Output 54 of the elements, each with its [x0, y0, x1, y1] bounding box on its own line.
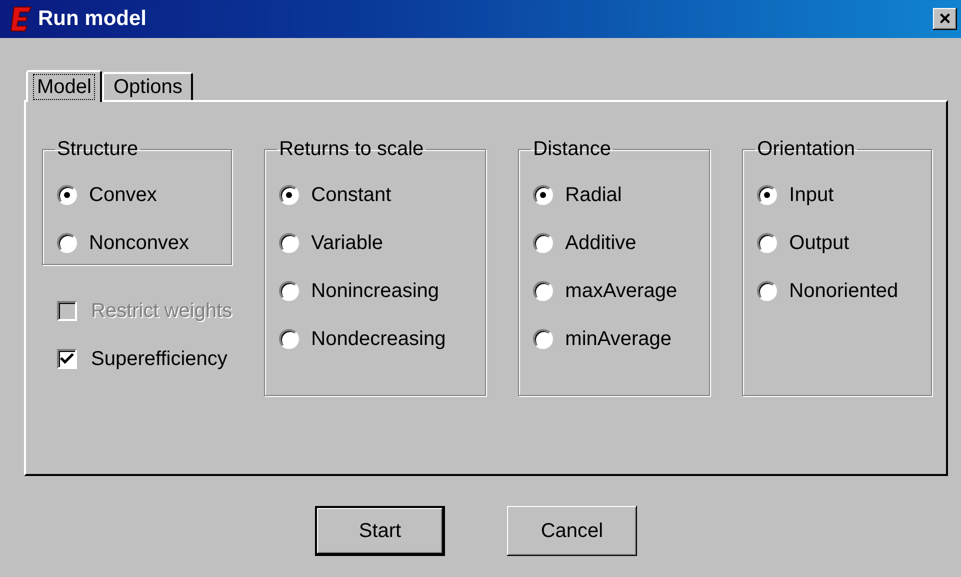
radio-option[interactable]: Input: [757, 171, 922, 219]
option-label: Variable: [311, 232, 384, 254]
dialog-button[interactable]: Start: [315, 506, 445, 556]
window-title: Run model: [38, 7, 148, 31]
radio-option[interactable]: maxAverage: [533, 267, 700, 315]
radio-option[interactable]: Nonconvex: [57, 219, 221, 267]
radio-button[interactable]: [533, 281, 554, 301]
radio-button[interactable]: [57, 233, 77, 253]
radio-option[interactable]: Convex: [57, 171, 221, 219]
tab[interactable]: Model: [26, 70, 102, 102]
radio-button[interactable]: [279, 233, 300, 253]
group-title: Structure: [56, 138, 140, 161]
checkbox-label: Superefficiency: [91, 348, 228, 370]
radio-option[interactable]: Output: [757, 219, 922, 267]
radio-option[interactable]: Variable: [279, 219, 476, 267]
radio-button[interactable]: [757, 185, 778, 205]
radio-button[interactable]: [279, 281, 300, 301]
dialog-button[interactable]: Cancel: [507, 506, 637, 556]
group-title: Distance: [532, 138, 612, 161]
checkbox-label: Restrict weights: [91, 300, 232, 322]
option-label: Additive: [565, 232, 636, 254]
option-label: Nonconvex: [89, 232, 190, 254]
checkbox-option[interactable]: Superefficiency: [42, 339, 232, 379]
radio-option[interactable]: Additive: [533, 219, 700, 267]
group-title: Orientation: [756, 138, 856, 161]
radio-button[interactable]: [757, 233, 778, 253]
radio-option[interactable]: Nondecreasing: [279, 315, 476, 363]
radio-button[interactable]: [533, 329, 554, 349]
radio-button[interactable]: [279, 185, 300, 205]
radio-option[interactable]: Constant: [279, 171, 476, 219]
option-label: Constant: [311, 184, 392, 206]
app-logo-icon: [10, 5, 32, 33]
option-label: Radial: [565, 184, 622, 206]
radio-button[interactable]: [533, 233, 554, 253]
radio-button[interactable]: [57, 185, 77, 205]
option-label: Nonincreasing: [311, 280, 440, 302]
radio-button[interactable]: [757, 281, 778, 301]
radio-option[interactable]: Nonoriented: [757, 267, 922, 315]
radio-option[interactable]: Nonincreasing: [279, 267, 476, 315]
option-label: Output: [789, 232, 850, 254]
checkbox[interactable]: [57, 349, 77, 369]
radio-option[interactable]: minAverage: [533, 315, 700, 363]
option-label: Nondecreasing: [311, 328, 446, 350]
option-label: maxAverage: [565, 280, 678, 302]
radio-option[interactable]: Radial: [533, 171, 700, 219]
option-label: Nonoriented: [789, 280, 898, 302]
group-title: Returns to scale: [278, 138, 425, 161]
option-label: Convex: [89, 184, 157, 206]
option-label: Input: [789, 184, 834, 206]
option-label: minAverage: [565, 328, 672, 350]
tab[interactable]: Options: [102, 72, 194, 100]
close-button[interactable]: ×: [933, 8, 957, 30]
radio-button[interactable]: [533, 185, 554, 205]
radio-button[interactable]: [279, 329, 300, 349]
